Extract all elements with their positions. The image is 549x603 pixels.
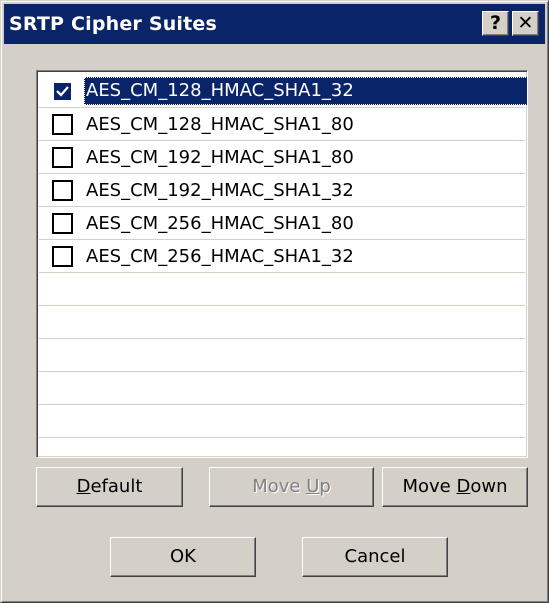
move-down-button[interactable]: Move Down [382, 467, 528, 507]
checkbox[interactable] [52, 114, 73, 135]
empty-list-row [39, 405, 525, 438]
empty-list-row [39, 372, 525, 405]
help-button[interactable]: ? [482, 11, 509, 36]
list-item-label: AES_CM_192_HMAC_SHA1_80 [86, 147, 354, 168]
move-up-button-mnemonic: U [306, 476, 320, 497]
close-icon: ✕ [517, 12, 534, 34]
checkbox[interactable] [52, 213, 73, 234]
move-down-button-mnemonic: D [456, 476, 471, 497]
checkbox[interactable] [52, 246, 73, 267]
list-item[interactable]: AES_CM_192_HMAC_SHA1_80 [39, 141, 525, 174]
cancel-button[interactable]: Cancel [302, 537, 448, 577]
list-item[interactable]: AES_CM_256_HMAC_SHA1_32 [39, 240, 525, 273]
list-item[interactable]: AES_CM_128_HMAC_SHA1_32 [39, 75, 527, 108]
checkbox[interactable] [52, 147, 73, 168]
ok-button-label: OK [170, 546, 196, 567]
list-item[interactable]: AES_CM_128_HMAC_SHA1_80 [39, 108, 525, 141]
checkbox[interactable] [52, 81, 73, 102]
list-item-label: AES_CM_128_HMAC_SHA1_80 [86, 114, 354, 135]
checkbox[interactable] [52, 180, 73, 201]
cancel-button-label: Cancel [344, 546, 406, 567]
move-up-button-label-post: p [319, 476, 331, 497]
list-item[interactable]: AES_CM_192_HMAC_SHA1_32 [39, 174, 525, 207]
list-item-label: AES_CM_256_HMAC_SHA1_80 [86, 213, 354, 234]
empty-list-row [39, 306, 525, 339]
move-down-button-label-pre: Move [402, 476, 457, 497]
srtp-cipher-suites-dialog: SRTP Cipher Suites ? ✕ AES_CM_128_HMAC_S… [0, 0, 549, 603]
ok-button[interactable]: OK [110, 537, 256, 577]
title-bar[interactable]: SRTP Cipher Suites ? ✕ [4, 4, 545, 44]
list-item[interactable]: AES_CM_256_HMAC_SHA1_80 [39, 207, 525, 240]
move-up-button[interactable]: Move Up [209, 467, 374, 507]
default-button-mnemonic: D [76, 476, 91, 497]
close-button[interactable]: ✕ [512, 11, 539, 36]
empty-list-row [39, 273, 525, 306]
question-mark-icon: ? [489, 12, 502, 34]
default-button-label-post: efault [90, 476, 143, 497]
move-up-button-label-pre: Move [252, 476, 307, 497]
default-button[interactable]: Default [36, 467, 183, 507]
cipher-suite-list[interactable]: AES_CM_128_HMAC_SHA1_32 AES_CM_128_HMAC_S… [36, 70, 528, 458]
checkmark-icon [54, 83, 71, 100]
empty-list-row [39, 339, 525, 372]
list-item-label: AES_CM_256_HMAC_SHA1_32 [86, 246, 354, 267]
move-down-button-label-post: own [470, 476, 508, 497]
list-item-label: AES_CM_192_HMAC_SHA1_32 [86, 180, 354, 201]
list-item-label: AES_CM_128_HMAC_SHA1_32 [84, 77, 527, 105]
window-title: SRTP Cipher Suites [9, 13, 218, 35]
